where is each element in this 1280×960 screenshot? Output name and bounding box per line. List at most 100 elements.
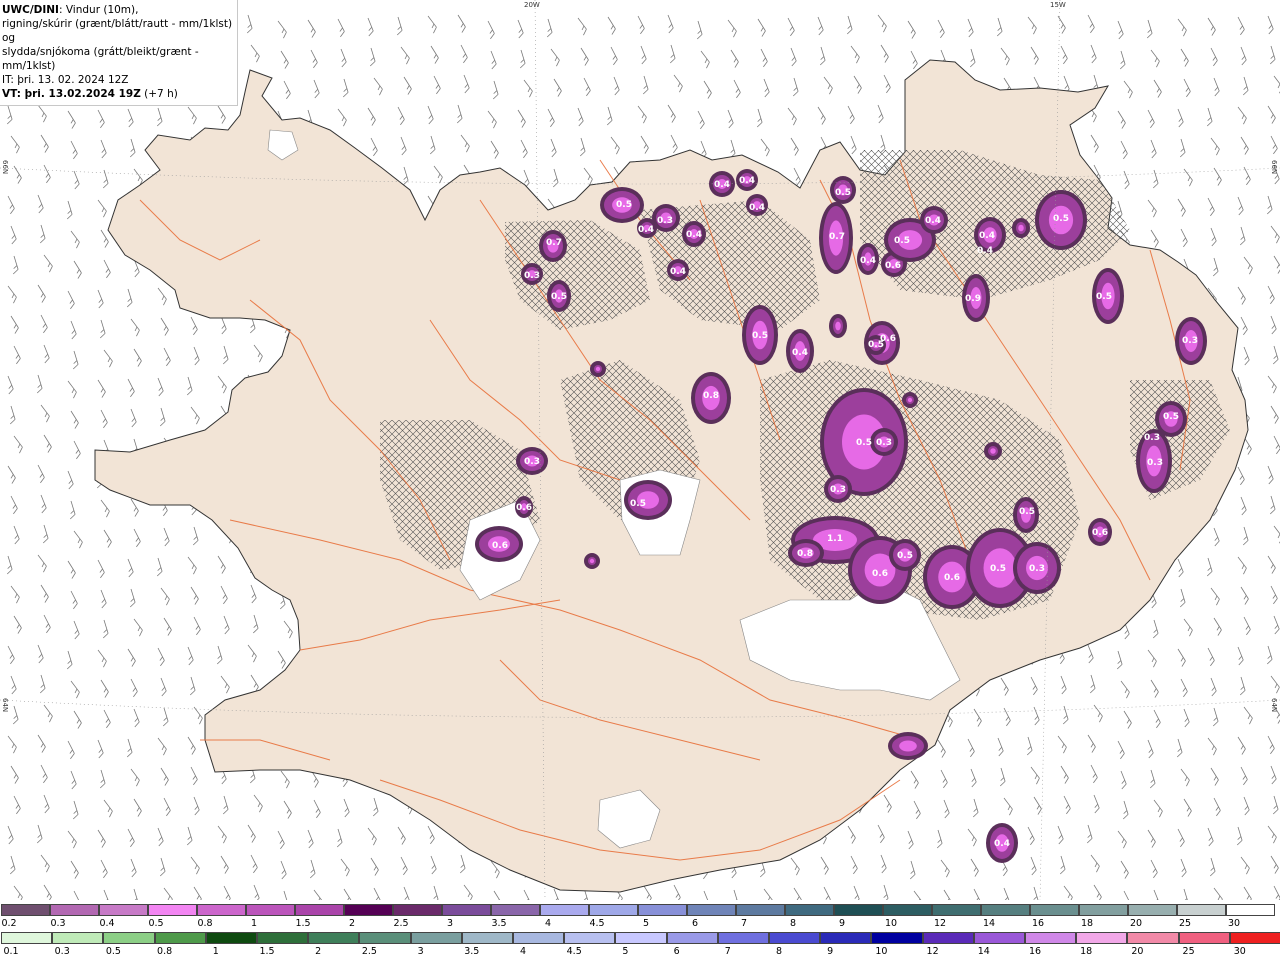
precip-value-label: 0.4: [686, 230, 702, 240]
precip-value-label: 0.4: [925, 216, 941, 226]
rain-legend-labels: 0.1 0.3 0.5 0.8 1 1.5 2 2.5 3 3.5 4 4.5 5 6 7 8 9 10 12 14 1…: [0, 946, 1280, 958]
legend-tick-label: 7: [740, 918, 748, 929]
legend-tick-label: 0.1: [3, 946, 19, 957]
precip-value-label: 0.4: [860, 256, 876, 266]
legend-tick-label: 9: [827, 946, 834, 957]
legend-tick-label: 0.5: [148, 918, 164, 929]
legend-tick-label: 0.3: [50, 918, 66, 929]
legend-swatch: [442, 904, 491, 916]
legend-tick-label: 0.2: [1, 918, 17, 929]
legend-tick-label: 4: [519, 946, 527, 957]
legend-swatch: [785, 904, 834, 916]
legend-swatch: [736, 904, 785, 916]
precip-value-label: 0.6: [492, 541, 508, 551]
legend-swatch: [246, 904, 295, 916]
info-line-2: rigning/skúrir (grænt/blátt/rautt - mm/1…: [2, 18, 233, 44]
legend-tick-label: 0.3: [54, 946, 70, 957]
precip-blob: [990, 448, 996, 454]
legend-tick-label: 10: [884, 918, 898, 929]
legend-tick-label: 7: [724, 946, 731, 957]
legend-swatch: [666, 932, 718, 944]
model-title-rest: : Vindur (10m),: [58, 4, 139, 16]
map-info-box: UWC/DINI: Vindur (10m), rigning/skúrir (…: [0, 0, 238, 106]
precip-value-label: 0.8: [703, 391, 719, 401]
legend-tick-label: 2: [348, 918, 356, 929]
legend-swatch: [410, 932, 462, 944]
legend-swatch: [1025, 932, 1077, 944]
legend-swatch: [344, 904, 393, 916]
legend-tick-label: 3.5: [464, 946, 480, 957]
legend-swatch: [981, 904, 1030, 916]
legend-tick-label: 16: [1028, 946, 1042, 957]
legend-swatch: [1, 932, 53, 944]
legend-tick-label: 1.5: [295, 918, 311, 929]
precip-blob: [589, 558, 595, 564]
precip-value-label: 0.6: [1092, 528, 1108, 538]
legend-swatch: [1079, 904, 1128, 916]
legend-swatch: [615, 932, 667, 944]
precip-value-label: 0.7: [829, 232, 845, 242]
precip-value-label: 0.5: [1019, 507, 1035, 517]
legend-swatch: [1178, 932, 1230, 944]
precip-blob: [899, 740, 917, 752]
legend-swatch: [1229, 932, 1280, 944]
precip-value-label: 0.5: [616, 200, 632, 210]
precip-blob: [1018, 224, 1024, 232]
legend-swatch: [687, 904, 736, 916]
legend-swatch: [973, 932, 1025, 944]
legend-swatch: [638, 904, 687, 916]
precip-value-label: 0.6: [516, 503, 532, 513]
legend-swatch: [50, 904, 99, 916]
legend-swatch: [1128, 904, 1177, 916]
legend-swatch: [589, 904, 638, 916]
legend-swatch: [103, 932, 155, 944]
precip-blob: [835, 321, 841, 331]
snow-legend-bar: [0, 904, 1280, 918]
legend-tick-label: 4.5: [566, 946, 582, 957]
legend-swatch: [540, 904, 589, 916]
legend-tick-label: 1: [250, 918, 258, 929]
legend-tick-label: 18: [1080, 946, 1093, 957]
legend-swatch: [1076, 932, 1128, 944]
precip-value-label: 0.4: [670, 267, 686, 277]
precip-value-label: 0.3: [524, 271, 540, 281]
legend-swatch: [1, 904, 50, 916]
lat-label-right-66n: 66N: [1270, 160, 1278, 175]
precip-value-label: 0.4: [977, 246, 993, 256]
precip-value-label: 0.3: [1144, 433, 1160, 443]
legend-swatch: [834, 904, 883, 916]
legend-swatch: [513, 932, 565, 944]
legend-tick-label: 2.5: [393, 918, 409, 929]
legend-tick-label: 6: [673, 946, 680, 957]
precip-value-label: 0.8: [797, 549, 813, 559]
lat-label-right-64n: 64N: [1270, 698, 1278, 713]
legend-tick-label: 5: [622, 946, 629, 957]
lat-label-left-64n: 64N: [1, 698, 9, 713]
legend-tick-label: 1: [212, 946, 219, 957]
legend-tick-label: 5: [642, 918, 650, 929]
precip-value-label: 0.5: [835, 188, 851, 198]
precip-value-label: 0.6: [872, 569, 888, 579]
legend-swatch: [883, 904, 932, 916]
precip-blob: [907, 397, 913, 403]
precip-value-label: 0.5: [630, 499, 646, 509]
precip-value-label: 0.3: [830, 485, 846, 495]
legend-tick-label: 0.8: [197, 918, 213, 929]
precip-value-label: 0.4: [714, 180, 730, 190]
legend-tick-label: 20: [1129, 918, 1143, 929]
legend-tick-label: 12: [933, 918, 947, 929]
legend-swatch: [769, 932, 821, 944]
legend-tick-label: 25: [1182, 946, 1195, 957]
precip-value-label: 0.5: [856, 438, 872, 448]
legend-tick-label: 6: [691, 918, 699, 929]
legend-tick-label: 18: [1080, 918, 1094, 929]
forecast-hour: (+7 h): [140, 88, 178, 100]
precip-value-label: 0.5: [1053, 214, 1069, 224]
precip-value-label: 0.4: [638, 225, 654, 235]
legend-swatch: [1127, 932, 1179, 944]
legend-tick-label: 9: [838, 918, 846, 929]
legend-swatch: [197, 904, 246, 916]
legend-swatch: [820, 932, 872, 944]
legend-swatch: [154, 932, 206, 944]
rain-legend-bar: [0, 932, 1280, 946]
